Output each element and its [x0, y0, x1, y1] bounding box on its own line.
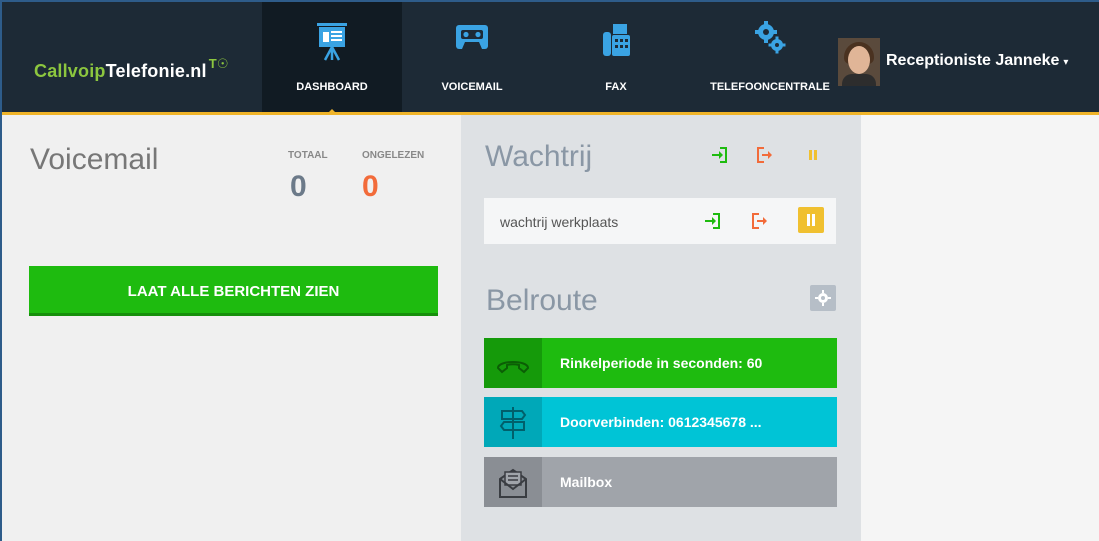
top-navigation-bar: CallvoipTelefonie.nl T☉ DASHBOARD VOICEMA… [0, 0, 1099, 115]
show-all-messages-button[interactable]: LAAT ALLE BERICHTEN ZIEN [29, 266, 438, 316]
nav-label-fax: FAX [605, 81, 627, 93]
logo-mark: T☉ [208, 56, 229, 71]
total-count: 0 [290, 170, 307, 203]
nav-label-dashboard: DASHBOARD [296, 81, 368, 93]
logout-icon[interactable] [752, 213, 768, 229]
unread-count: 0 [362, 170, 379, 203]
unread-label: ONGELEZEN [362, 150, 425, 161]
signpost-icon [499, 407, 527, 439]
belroute-title: Belroute [486, 284, 598, 317]
nav-tab-telefooncentrale[interactable]: TELEFOONCENTRALE [700, 0, 840, 112]
queue-name: wachtrij werkplaats [500, 214, 619, 230]
total-label: TOTAAL [288, 150, 328, 161]
fax-icon [603, 24, 630, 56]
nav-tab-voicemail[interactable]: VOICEMAIL [402, 0, 542, 112]
gears-icon [755, 21, 786, 54]
logo-part-telefonie: Telefonie.nl [105, 61, 207, 81]
route-step-icon-bg [484, 397, 542, 447]
route-step-label: Rinkelperiode in seconden: 60 [560, 355, 763, 371]
pause-icon [807, 214, 815, 226]
route-step-mailbox[interactable]: Mailbox [484, 457, 837, 507]
login-icon[interactable] [704, 213, 720, 229]
route-step-ring[interactable]: Rinkelperiode in seconden: 60 [484, 338, 837, 388]
phone-handset-icon [496, 361, 530, 374]
nav-tab-fax[interactable]: FAX [546, 0, 686, 112]
nav-tab-dashboard[interactable]: DASHBOARD [262, 0, 402, 115]
login-icon[interactable] [711, 147, 727, 163]
logo-part-callvoip: Callvoip [34, 61, 106, 81]
route-step-label: Mailbox [560, 474, 613, 490]
pause-icon[interactable] [805, 147, 821, 163]
route-step-forward[interactable]: Doorverbinden: 0612345678 ... [484, 397, 837, 447]
voicemail-title: Voicemail [30, 143, 159, 176]
route-step-label: Doorverbinden: 0612345678 ... [560, 414, 762, 430]
gear-icon [815, 290, 831, 306]
user-name: Receptioniste Janneke ▾ [886, 52, 1068, 70]
brand-logo[interactable]: CallvoipTelefonie.nl T☉ [34, 56, 229, 82]
queue-pause-button[interactable] [798, 207, 824, 233]
chevron-down-icon: ▾ [1063, 57, 1069, 68]
wachtrij-title: Wachtrij [485, 140, 593, 173]
nav-label-voicemail: VOICEMAIL [441, 81, 503, 93]
belroute-settings-button[interactable] [810, 285, 836, 311]
cassette-icon [456, 25, 488, 49]
user-name-text: Receptioniste Janneke [886, 52, 1060, 69]
queue-row: wachtrij werkplaats [484, 198, 836, 244]
active-tab-indicator [326, 109, 338, 115]
route-step-icon-bg [484, 338, 542, 388]
logout-icon[interactable] [757, 147, 773, 163]
nav-label-telefooncentrale: TELEFOONCENTRALE [710, 81, 830, 93]
envelope-icon [499, 468, 527, 498]
avatar [838, 38, 880, 86]
right-empty-panel [861, 115, 1099, 541]
route-step-icon-bg [484, 457, 542, 507]
presentation-board-icon [317, 23, 347, 61]
